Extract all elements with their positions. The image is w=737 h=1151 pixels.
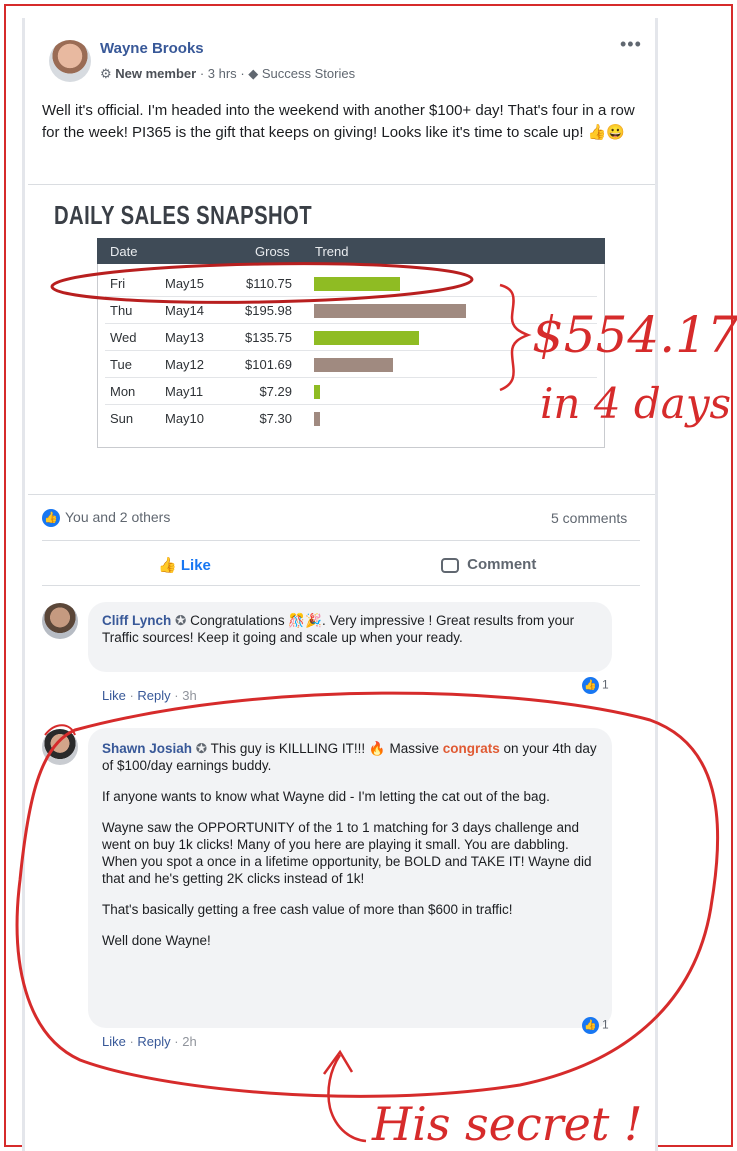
arrow-head: [322, 1049, 354, 1075]
secret-comment-circle: [15, 691, 720, 1098]
period-handwriting: in 4 days: [540, 379, 731, 428]
handwritten-annotations: $554.17 in 4 days His secret !: [15, 262, 737, 1151]
brace-mark: [499, 283, 532, 392]
total-handwriting: $554.17: [532, 306, 737, 364]
fri-row-circle: [50, 262, 474, 304]
arrow-shaft: [327, 1054, 367, 1143]
secret-handwriting: His secret !: [371, 1097, 642, 1151]
